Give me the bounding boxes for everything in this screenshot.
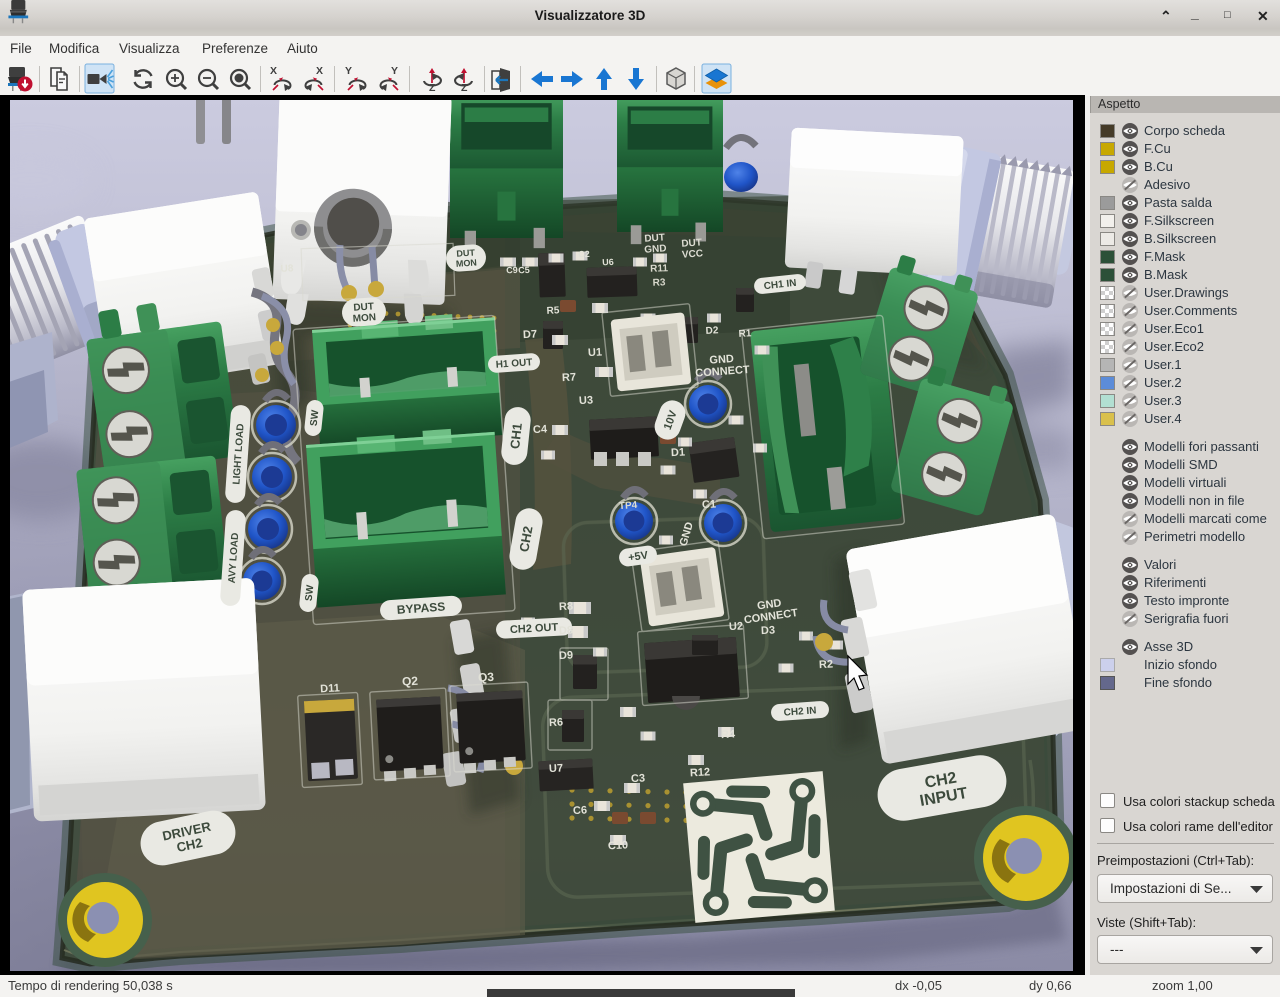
svg-text:C3: C3 <box>631 772 646 785</box>
svg-text:D9: D9 <box>559 649 574 662</box>
svg-text:SW: SW <box>309 409 322 427</box>
svg-text:R5: R5 <box>546 305 560 317</box>
svg-text:MON: MON <box>456 257 478 268</box>
svg-text:Y: Y <box>345 65 352 77</box>
svg-text:Q3: Q3 <box>478 670 495 685</box>
svg-text:GND: GND <box>644 243 667 256</box>
svg-text:Z: Z <box>429 82 436 94</box>
svg-text:CH2 IN: CH2 IN <box>783 705 816 718</box>
svg-text:CH2 OUT: CH2 OUT <box>510 622 559 637</box>
svg-text:TP4: TP4 <box>619 500 638 512</box>
svg-text:SW: SW <box>304 584 317 602</box>
svg-text:Z: Z <box>461 82 468 94</box>
svg-text:U2: U2 <box>729 620 744 633</box>
svg-text:D11: D11 <box>320 682 340 695</box>
svg-text:R11: R11 <box>650 263 669 275</box>
svg-text:CH1: CH1 <box>507 422 525 449</box>
svg-text:X: X <box>270 65 277 77</box>
svg-text:U3: U3 <box>579 394 594 407</box>
svg-text:R3: R3 <box>652 277 666 288</box>
svg-text:R2: R2 <box>819 658 834 671</box>
svg-text:X: X <box>316 65 323 77</box>
svg-text:Q2: Q2 <box>402 674 419 689</box>
svg-text:R6: R6 <box>549 716 564 729</box>
svg-text:C6: C6 <box>573 804 588 817</box>
svg-text:D2: D2 <box>705 325 719 337</box>
svg-text:D7: D7 <box>523 328 538 341</box>
svg-text:C4: C4 <box>533 423 549 436</box>
svg-text:MON: MON <box>352 312 376 325</box>
svg-text:VCC: VCC <box>682 248 704 260</box>
svg-text:C10: C10 <box>608 839 629 852</box>
svg-text:R8: R8 <box>559 600 574 613</box>
svg-text:R4: R4 <box>721 728 737 741</box>
svg-text:R1: R1 <box>738 328 752 340</box>
svg-text:C2: C2 <box>578 249 590 260</box>
svg-text:U8: U8 <box>280 263 294 275</box>
svg-text:U6: U6 <box>602 257 614 268</box>
svg-text:U7: U7 <box>549 762 564 775</box>
svg-text:C9: C9 <box>506 265 518 276</box>
svg-text:R7: R7 <box>562 371 577 384</box>
svg-text:D3: D3 <box>761 624 776 637</box>
svg-text:Y: Y <box>391 65 398 77</box>
svg-text:R12: R12 <box>690 766 711 779</box>
svg-text:D8: D8 <box>559 624 574 637</box>
svg-text:U1: U1 <box>588 346 603 359</box>
svg-text:C1: C1 <box>702 498 717 511</box>
svg-text:D1: D1 <box>671 446 686 459</box>
svg-text:C5: C5 <box>518 265 530 276</box>
